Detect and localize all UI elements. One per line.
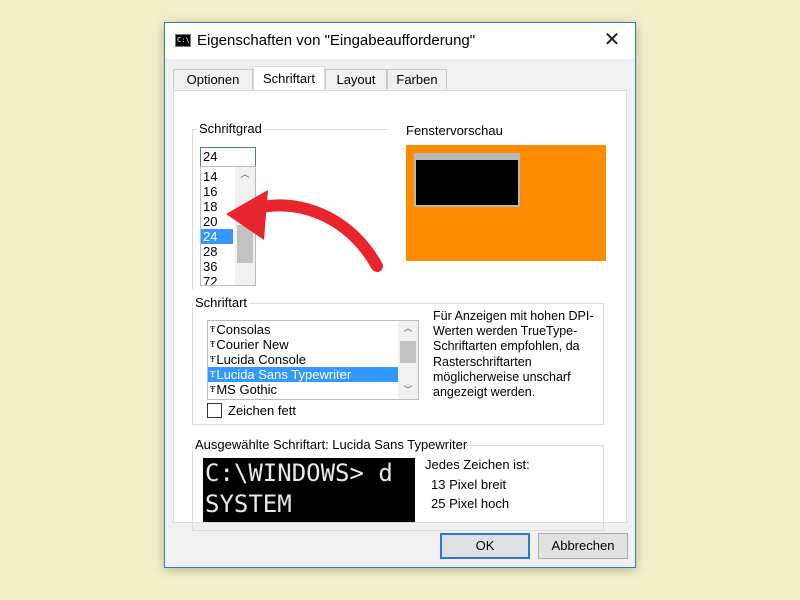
font-size-option-24[interactable]: 24 bbox=[201, 229, 233, 244]
font-size-option-72[interactable]: 72 bbox=[201, 274, 233, 285]
font-info-text: Für Anzeigen mit hohen DPI-Werten werden… bbox=[433, 309, 594, 400]
font-size-list[interactable]: 14 16 18 20 24 28 36 72 ︿ bbox=[200, 166, 256, 286]
font-group-label: Schriftart bbox=[193, 295, 250, 310]
font-size-option-16[interactable]: 16 bbox=[201, 184, 233, 199]
font-option-lucida-console[interactable]: ŦLucida Console bbox=[208, 352, 398, 367]
tab-layout[interactable]: Layout bbox=[325, 69, 387, 89]
font-option-label: MS Gothic bbox=[216, 382, 278, 397]
font-option-consolas[interactable]: ŦConsolas bbox=[208, 322, 398, 337]
close-button[interactable]: ✕ bbox=[601, 29, 623, 51]
font-option-courier-new[interactable]: ŦCourier New bbox=[208, 337, 398, 352]
bold-checkbox-label: Zeichen fett bbox=[228, 403, 296, 418]
window-preview bbox=[406, 145, 606, 261]
font-option-label: Consolas bbox=[216, 322, 271, 337]
truetype-icon: Ŧ bbox=[210, 325, 216, 334]
font-size-option-28[interactable]: 28 bbox=[201, 244, 233, 259]
char-width-value: 13 Pixel breit bbox=[431, 477, 507, 492]
char-height-value: 25 Pixel hoch bbox=[431, 496, 510, 511]
title-bar[interactable]: C:\ Eigenschaften von "Eingabeaufforderu… bbox=[165, 23, 635, 59]
truetype-icon: Ŧ bbox=[210, 355, 216, 364]
console-font-preview: C:\WINDOWS> d SYSTEM bbox=[203, 458, 415, 522]
font-list-scroll-thumb[interactable] bbox=[400, 341, 416, 363]
char-size-label: Jedes Zeichen ist: bbox=[425, 457, 530, 472]
window-title: Eigenschaften von "Eingabeaufforderung" bbox=[197, 32, 476, 49]
cancel-button[interactable]: Abbrechen bbox=[538, 533, 628, 559]
font-size-input[interactable]: 24 bbox=[200, 147, 256, 167]
tab-panel-schriftart: Schriftgrad 24 14 16 18 20 24 28 36 72 ︿… bbox=[173, 90, 627, 531]
font-size-group-label: Schriftgrad bbox=[197, 121, 264, 136]
font-size-option-18[interactable]: 18 bbox=[201, 199, 233, 214]
preview-console-window bbox=[414, 153, 520, 207]
scroll-up-icon[interactable]: ︿ bbox=[398, 321, 418, 336]
scroll-down-icon[interactable]: ﹀ bbox=[398, 383, 418, 398]
ok-button[interactable]: OK bbox=[440, 533, 530, 559]
font-list[interactable]: ŦConsolas ŦCourier New ŦLucida Console Ŧ… bbox=[207, 320, 419, 400]
selected-font-group-label: Ausgewählte Schriftart: Lucida Sans Type… bbox=[193, 437, 470, 452]
tab-optionen[interactable]: Optionen bbox=[173, 69, 253, 89]
font-size-option-20[interactable]: 20 bbox=[201, 214, 233, 229]
console-app-icon: C:\ bbox=[175, 34, 191, 47]
font-size-scroll-thumb[interactable] bbox=[237, 225, 253, 263]
font-list-scrollbar[interactable]: ︿ ﹀ bbox=[398, 321, 418, 399]
font-option-label: Lucida Console bbox=[216, 352, 306, 367]
selected-font-group: Ausgewählte Schriftart: Lucida Sans Type… bbox=[192, 437, 604, 531]
scroll-up-icon[interactable]: ︿ bbox=[235, 167, 255, 182]
font-option-label: Courier New bbox=[216, 337, 289, 352]
console-line-1: C:\WINDOWS> d bbox=[205, 459, 393, 487]
font-size-option-36[interactable]: 36 bbox=[201, 259, 233, 274]
font-option-label: Lucida Sans Typewriter bbox=[216, 367, 352, 382]
truetype-icon: Ŧ bbox=[210, 385, 216, 394]
font-size-option-14[interactable]: 14 bbox=[201, 169, 233, 184]
truetype-icon: Ŧ bbox=[210, 370, 216, 379]
truetype-icon: Ŧ bbox=[210, 340, 216, 349]
bold-checkbox[interactable] bbox=[207, 403, 222, 418]
tab-schriftart[interactable]: Schriftart bbox=[253, 66, 325, 90]
tab-farben[interactable]: Farben bbox=[387, 69, 447, 89]
font-option-lucida-sans-typewriter[interactable]: ŦLucida Sans Typewriter bbox=[208, 367, 398, 382]
font-size-scrollbar[interactable]: ︿ bbox=[235, 167, 255, 285]
properties-dialog: C:\ Eigenschaften von "Eingabeaufforderu… bbox=[164, 22, 636, 568]
font-group: Schriftart ŦConsolas ŦCourier New ŦLucid… bbox=[192, 295, 604, 425]
console-line-2: SYSTEM bbox=[205, 490, 292, 518]
window-preview-label: Fenstervorschau bbox=[406, 123, 503, 138]
font-option-ms-gothic[interactable]: ŦMS Gothic bbox=[208, 382, 398, 397]
